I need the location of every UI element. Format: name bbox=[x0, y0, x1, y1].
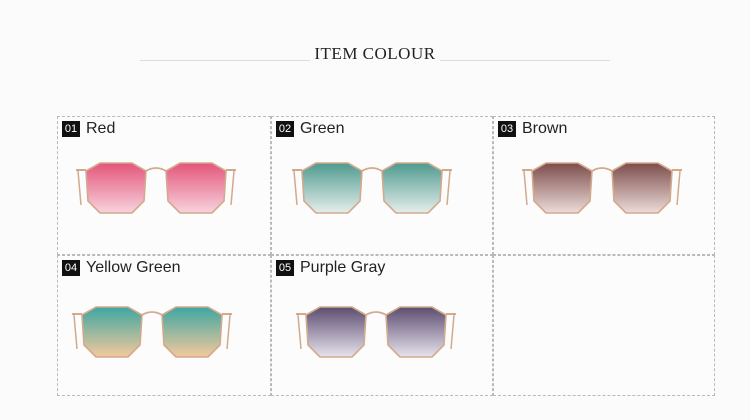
colour-option-purple-gray[interactable]: 05 Purple Gray bbox=[271, 255, 493, 396]
left-lens bbox=[81, 306, 143, 358]
left-arm bbox=[77, 170, 82, 206]
option-label: Brown bbox=[522, 120, 568, 137]
right-arm bbox=[676, 170, 681, 206]
frame-bridge bbox=[361, 167, 383, 172]
sunglasses-image bbox=[72, 306, 232, 358]
option-number-badge: 03 bbox=[498, 121, 516, 137]
sunglasses-image bbox=[522, 162, 682, 214]
right-lens bbox=[381, 162, 443, 214]
header: ITEM COLOUR bbox=[0, 44, 750, 68]
right-lens bbox=[385, 306, 447, 358]
colour-option-green[interactable]: 02 Green bbox=[271, 116, 493, 255]
left-arm bbox=[73, 314, 78, 350]
frame-bridge bbox=[365, 311, 387, 316]
frame-bridge bbox=[141, 311, 163, 316]
left-arm bbox=[297, 314, 302, 350]
right-arm bbox=[450, 314, 455, 350]
right-arm bbox=[226, 314, 231, 350]
right-arm bbox=[230, 170, 235, 206]
option-label: Yellow Green bbox=[86, 259, 181, 276]
empty-cell bbox=[493, 255, 715, 396]
right-arm bbox=[446, 170, 451, 206]
option-label: Red bbox=[86, 120, 116, 137]
option-label: Green bbox=[300, 120, 345, 137]
sunglasses-image bbox=[292, 162, 452, 214]
option-number-badge: 02 bbox=[276, 121, 294, 137]
left-lens bbox=[85, 162, 147, 214]
right-lens bbox=[165, 162, 227, 214]
option-number-badge: 01 bbox=[62, 121, 80, 137]
frame-bridge bbox=[145, 167, 167, 172]
right-lens bbox=[161, 306, 223, 358]
left-arm bbox=[293, 170, 298, 206]
colour-option-brown[interactable]: 03 Brown bbox=[493, 116, 715, 255]
left-lens bbox=[531, 162, 593, 214]
option-label: Purple Gray bbox=[300, 259, 386, 276]
option-number-badge: 05 bbox=[276, 260, 294, 276]
sunglasses-image bbox=[76, 162, 236, 214]
option-number-badge: 04 bbox=[62, 260, 80, 276]
sunglasses-image bbox=[296, 306, 456, 358]
left-lens bbox=[301, 162, 363, 214]
page-title: ITEM COLOUR bbox=[314, 44, 436, 63]
frame-bridge bbox=[591, 167, 613, 172]
colour-option-red[interactable]: 01 Red bbox=[57, 116, 271, 255]
right-lens bbox=[611, 162, 673, 214]
title-divider-right bbox=[440, 60, 610, 61]
colour-grid: 01 Red 02 Green 03 Brown 04 Yellow Green… bbox=[57, 116, 715, 396]
left-arm bbox=[523, 170, 528, 206]
colour-option-yellow-green[interactable]: 04 Yellow Green bbox=[57, 255, 271, 396]
left-lens bbox=[305, 306, 367, 358]
